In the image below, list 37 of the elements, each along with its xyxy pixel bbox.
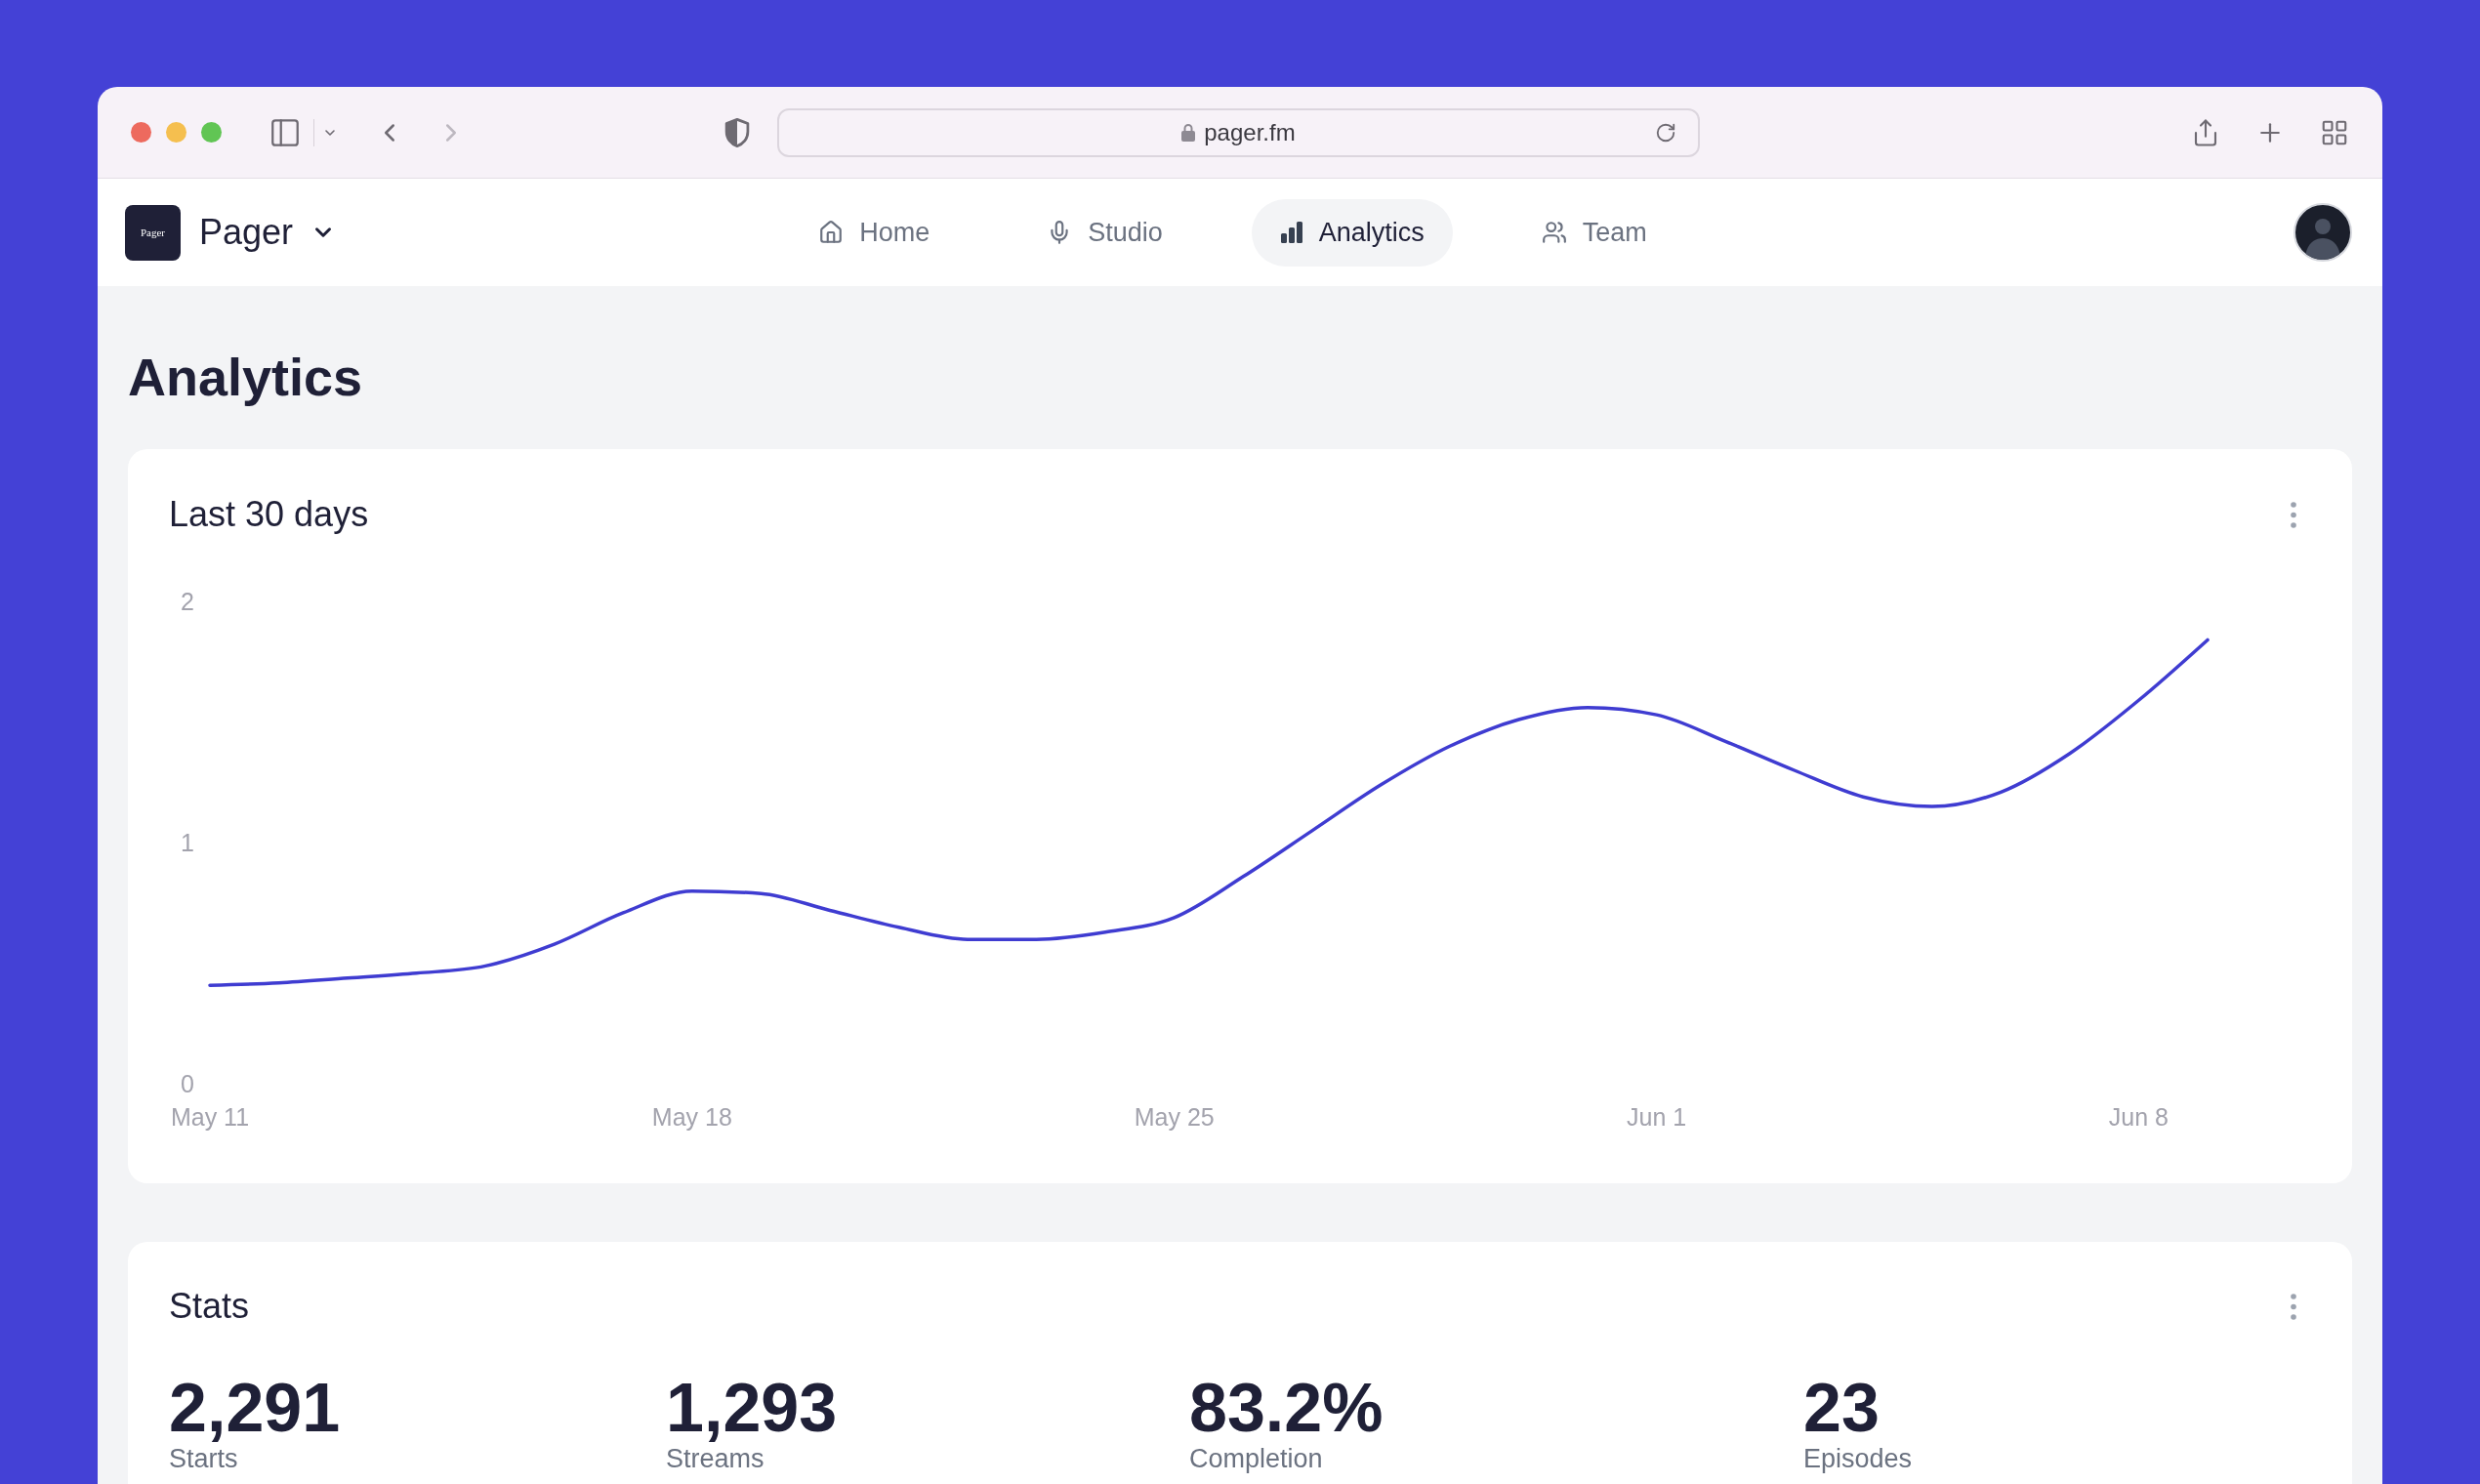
stat-value: 2,291 bbox=[169, 1374, 341, 1442]
shield-icon[interactable] bbox=[723, 117, 750, 147]
axis-label: 1 bbox=[181, 828, 194, 856]
nav-tab[interactable]: Studio bbox=[1018, 198, 1191, 267]
lock-icon bbox=[1181, 123, 1196, 142]
avatar-button[interactable] bbox=[2294, 203, 2352, 262]
stat-label: Streams bbox=[666, 1443, 765, 1475]
home-icon bbox=[818, 220, 845, 245]
stat-label: Episodes bbox=[1803, 1443, 1913, 1475]
axis-label: May 18 bbox=[651, 1102, 732, 1131]
workspace-switcher[interactable]: Pager bbox=[199, 211, 337, 254]
more-vertical-icon bbox=[2291, 1293, 2296, 1320]
app-logo: Pager bbox=[125, 204, 181, 261]
bar-chart-icon bbox=[1279, 222, 1303, 243]
window-close-button[interactable] bbox=[131, 122, 151, 143]
axis-label: May 11 bbox=[170, 1102, 250, 1131]
url-text: pager.fm bbox=[1204, 117, 1296, 147]
nav-tab[interactable]: Team bbox=[1512, 198, 1675, 267]
nav-tab[interactable]: Analytics bbox=[1251, 198, 1453, 267]
axis-label: Jun 8 bbox=[2108, 1102, 2170, 1131]
axis-label: Jun 1 bbox=[1627, 1102, 1687, 1131]
stat-label: Starts bbox=[169, 1443, 238, 1475]
axis-label: 2 bbox=[181, 587, 194, 615]
people-icon bbox=[1541, 220, 1567, 245]
stat-value: 83.2% bbox=[1189, 1374, 1384, 1442]
axis-label: May 25 bbox=[1134, 1102, 1215, 1131]
reload-icon[interactable] bbox=[1655, 121, 1677, 144]
card-title: Stats bbox=[169, 1287, 250, 1326]
stat-value: 1,293 bbox=[666, 1374, 838, 1442]
card-title: Last 30 days bbox=[169, 493, 369, 536]
axis-label: 0 bbox=[181, 1070, 194, 1098]
more-vertical-icon bbox=[2291, 501, 2296, 528]
stat-value: 23 bbox=[1803, 1374, 1880, 1442]
address-field[interactable]: pager.fm bbox=[776, 107, 1701, 157]
nav-tab[interactable]: Home bbox=[790, 198, 959, 267]
stat-label: Completion bbox=[1189, 1443, 1323, 1475]
page-title: Analytics bbox=[128, 347, 364, 408]
